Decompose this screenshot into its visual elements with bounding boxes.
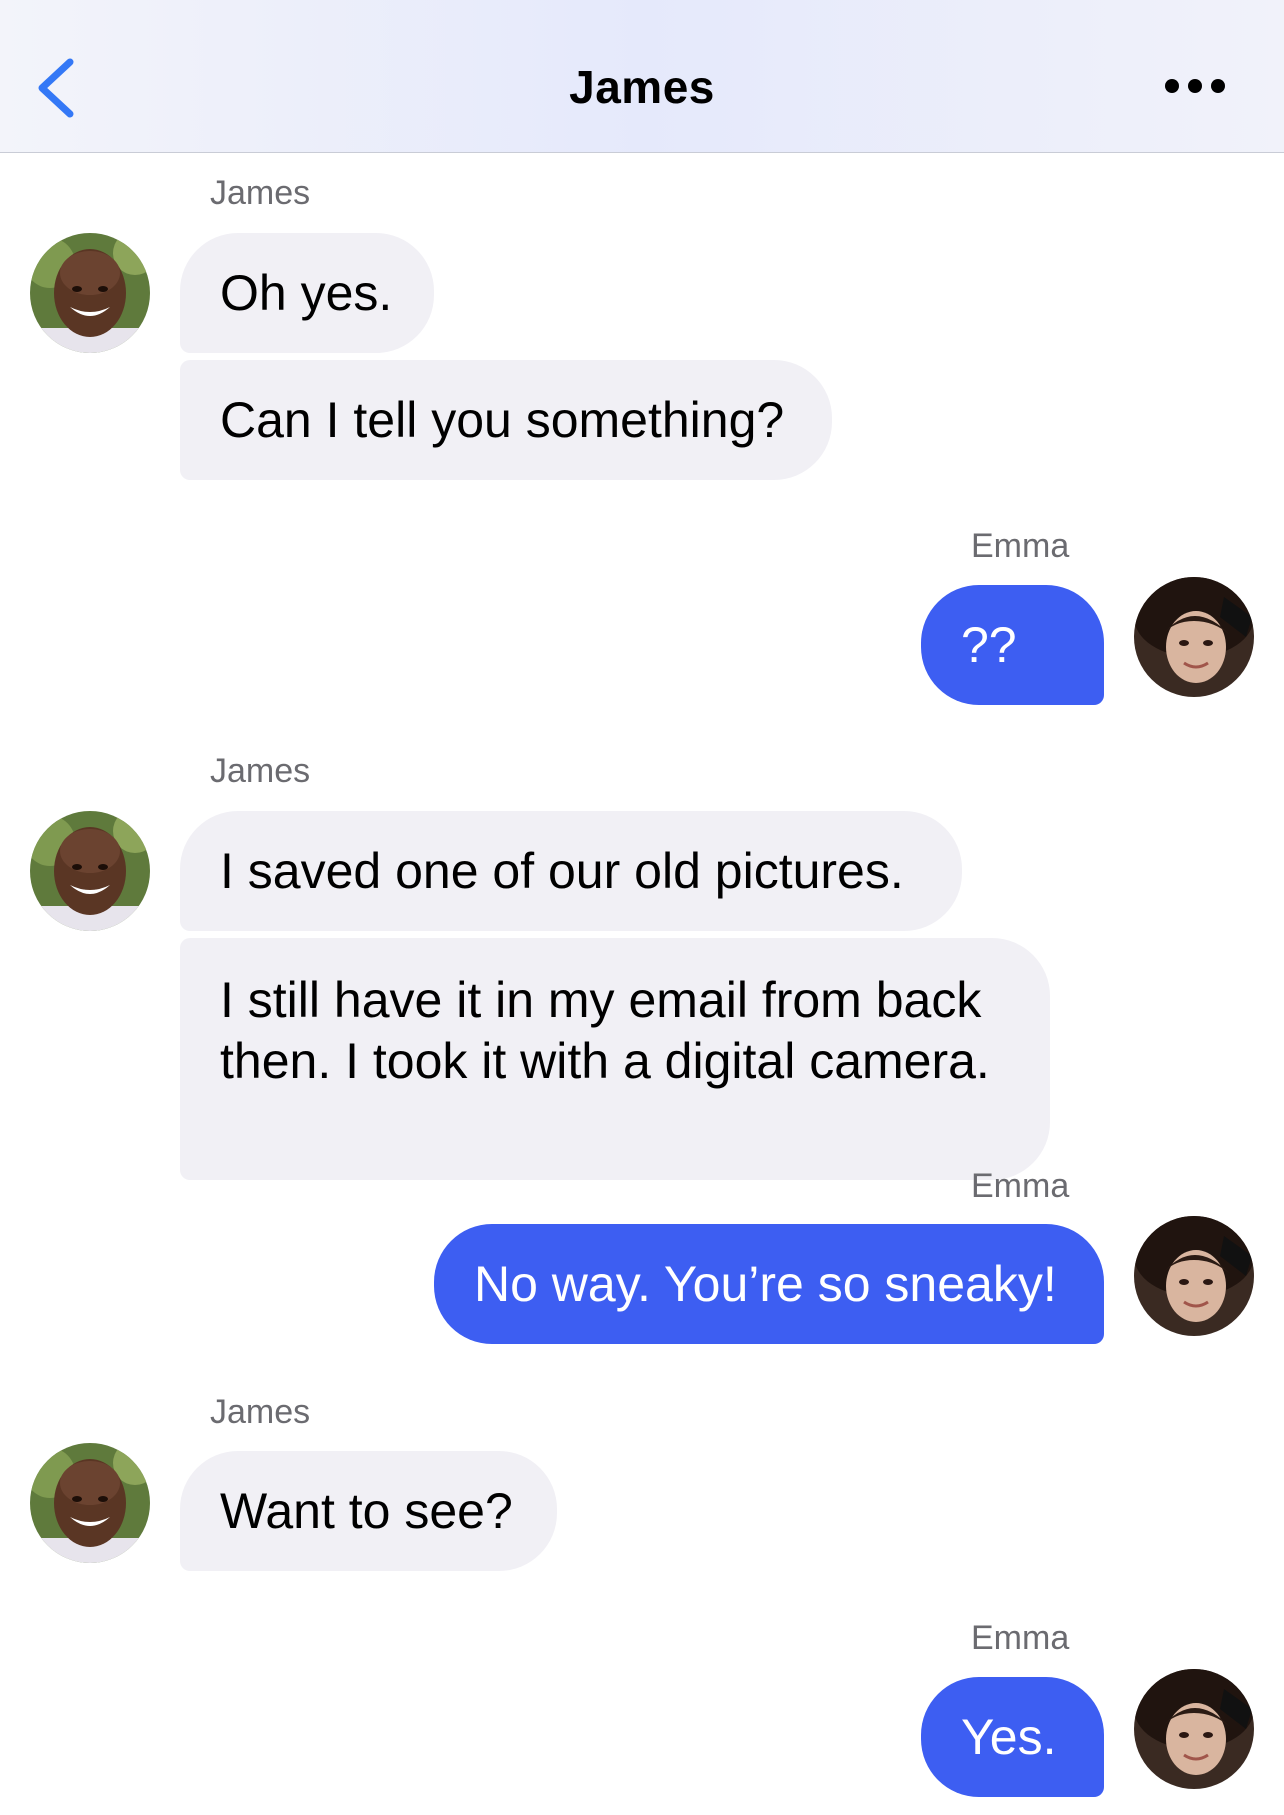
- message-text: I still have it in my email from back th…: [220, 972, 990, 1089]
- message-text: Yes.: [961, 1709, 1057, 1765]
- sender-name: James: [210, 174, 311, 212]
- sender-name: Emma: [971, 527, 1070, 565]
- message-text: I saved one of our old pictures.: [220, 843, 904, 899]
- sender-name: Emma: [971, 1167, 1070, 1205]
- message-text: No way. You’re so sneaky!: [474, 1256, 1057, 1312]
- nav-header: James: [0, 0, 1284, 153]
- message-bubble-outgoing[interactable]: Yes.: [921, 1677, 1104, 1797]
- avatar-emma[interactable]: [1134, 1216, 1254, 1336]
- message-bubble-incoming[interactable]: Want to see?: [180, 1451, 557, 1571]
- sender-name: Emma: [971, 1619, 1070, 1657]
- sender-name: James: [210, 752, 311, 790]
- more-button[interactable]: [1160, 68, 1230, 104]
- message-text: Oh yes.: [220, 265, 393, 321]
- message-bubble-outgoing[interactable]: ??: [921, 585, 1104, 705]
- message-bubble-incoming[interactable]: I still have it in my email from back th…: [180, 938, 1050, 1180]
- avatar-emma[interactable]: [1134, 1669, 1254, 1789]
- page-title: James: [569, 61, 715, 113]
- message-text: ??: [961, 617, 1017, 673]
- avatar-james[interactable]: [30, 233, 150, 353]
- avatar-james[interactable]: [30, 811, 150, 931]
- avatar-emma[interactable]: [1134, 577, 1254, 697]
- message-text: Can I tell you something?: [220, 392, 785, 448]
- message-bubble-incoming[interactable]: I saved one of our old pictures.: [180, 811, 962, 931]
- sender-name: James: [210, 1393, 311, 1431]
- avatar-james[interactable]: [30, 1443, 150, 1563]
- message-bubble-outgoing[interactable]: No way. You’re so sneaky!: [434, 1224, 1104, 1344]
- more-horizontal-icon: [1165, 79, 1225, 93]
- message-bubble-incoming[interactable]: Can I tell you something?: [180, 360, 832, 480]
- message-text: Want to see?: [220, 1483, 513, 1539]
- message-bubble-incoming[interactable]: Oh yes.: [180, 233, 434, 353]
